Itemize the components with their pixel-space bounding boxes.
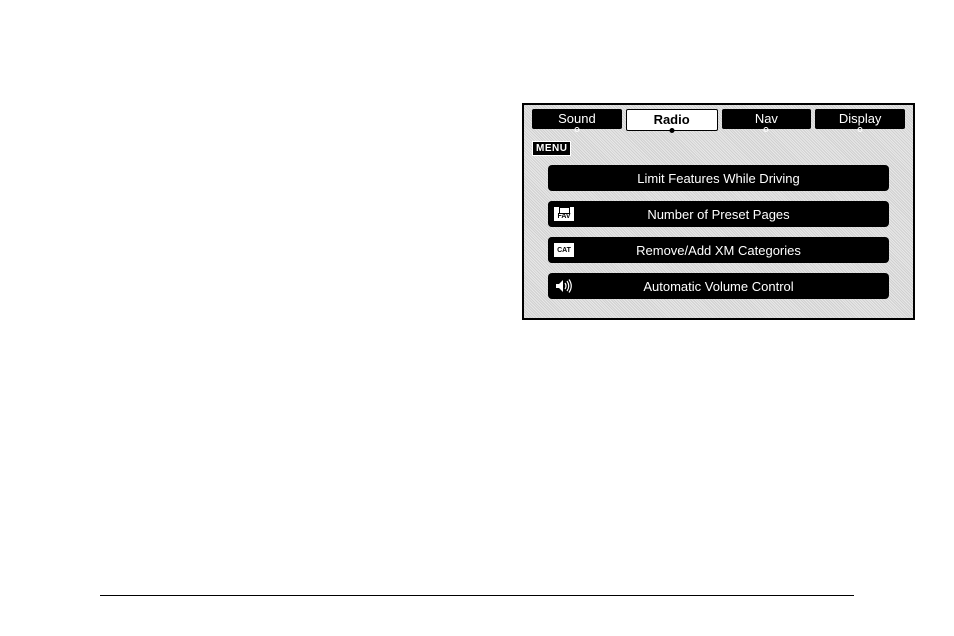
- menu-auto-volume[interactable]: Automatic Volume Control: [548, 273, 889, 299]
- tab-indicator-icon: [858, 127, 863, 132]
- tab-radio-label: Radio: [654, 113, 690, 127]
- menu-xm-categories-label: Remove/Add XM Categories: [580, 243, 889, 258]
- menu-auto-volume-label: Automatic Volume Control: [580, 279, 889, 294]
- menu-badge: MENU: [532, 141, 571, 156]
- speaker-icon: [548, 273, 580, 299]
- tab-display-label: Display: [839, 112, 882, 126]
- tab-indicator-icon: [764, 127, 769, 132]
- radio-menu-screen: Sound Radio Nav Display MENU Limit Featu…: [522, 103, 915, 320]
- tab-sound[interactable]: Sound: [532, 109, 622, 129]
- tab-indicator-icon: [669, 128, 674, 133]
- menu-xm-categories[interactable]: CAT Remove/Add XM Categories: [548, 237, 889, 263]
- menu-limit-features-label: Limit Features While Driving: [548, 171, 889, 186]
- tab-bar: Sound Radio Nav Display: [528, 109, 909, 133]
- tab-display[interactable]: Display: [815, 109, 905, 129]
- tab-nav[interactable]: Nav: [722, 109, 812, 129]
- fav-icon: FAV: [548, 201, 580, 227]
- tab-nav-label: Nav: [755, 112, 778, 126]
- menu-limit-features[interactable]: Limit Features While Driving: [548, 165, 889, 191]
- fav-icon-label: FAV: [553, 206, 575, 222]
- cat-icon: CAT: [548, 237, 580, 263]
- tab-radio[interactable]: Radio: [626, 109, 718, 131]
- menu-preset-pages[interactable]: FAV Number of Preset Pages: [548, 201, 889, 227]
- menu-preset-pages-label: Number of Preset Pages: [580, 207, 889, 222]
- tab-indicator-icon: [574, 127, 579, 132]
- tab-sound-label: Sound: [558, 112, 596, 126]
- page-divider: [100, 595, 854, 596]
- cat-icon-label: CAT: [553, 242, 575, 258]
- menu-list: Limit Features While Driving FAV Number …: [528, 141, 909, 299]
